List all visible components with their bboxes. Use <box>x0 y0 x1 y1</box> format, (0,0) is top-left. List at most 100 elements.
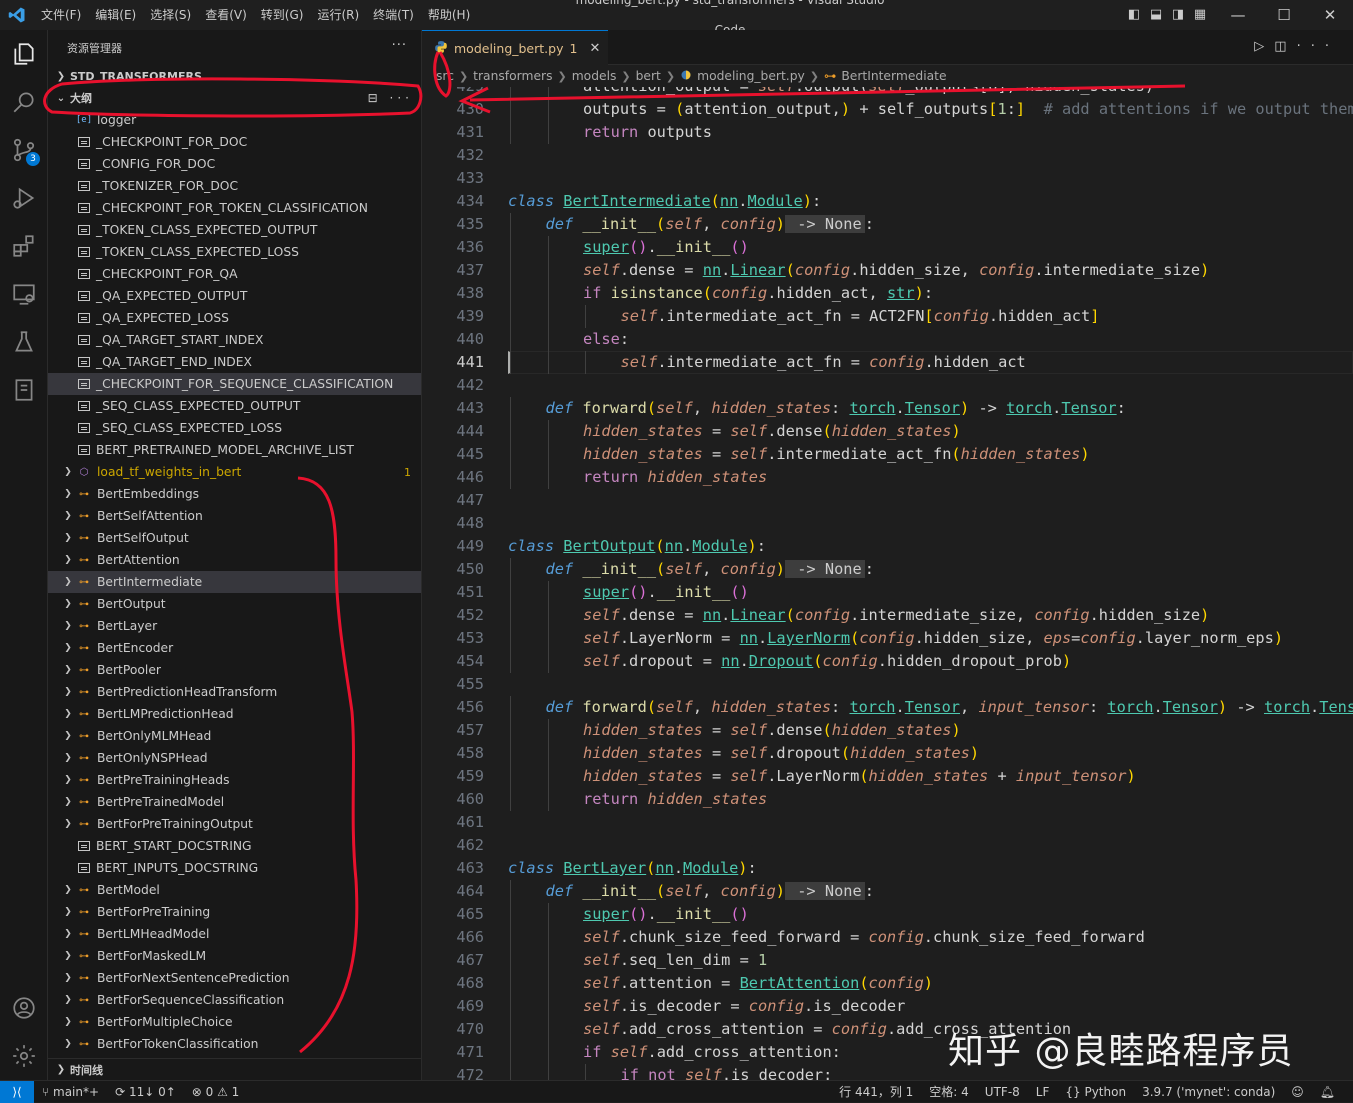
code-line[interactable]: self.attention = BertAttention(config) <box>583 972 933 995</box>
menu-item[interactable]: 运行(R) <box>310 0 366 30</box>
outline-item[interactable]: _TOKENIZER_FOR_DOC <box>48 175 421 197</box>
section-project[interactable]: ❯ STD_TRANSFORMERS <box>48 65 421 87</box>
code-line[interactable]: if not self.is_decoder: <box>621 1064 833 1080</box>
code-line[interactable]: attention_output = self.output(self_outp… <box>583 87 1154 98</box>
outline-item[interactable]: ❯⊶BertSelfAttention <box>48 505 421 527</box>
breadcrumb-item[interactable]: modeling_bert.py <box>697 69 805 83</box>
outline-item[interactable]: ❯⊶BertPreTrainingHeads <box>48 769 421 791</box>
extensions-icon[interactable] <box>0 222 48 270</box>
split-editor-icon[interactable]: ◫ <box>1274 39 1296 54</box>
menu-item[interactable]: 转到(G) <box>254 0 311 30</box>
code-line[interactable]: self.intermediate_act_fn = ACT2FN[config… <box>621 305 1100 328</box>
run-debug-icon[interactable] <box>0 174 48 222</box>
outline-item[interactable]: _TOKEN_CLASS_EXPECTED_OUTPUT <box>48 219 421 241</box>
breadcrumb-item[interactable]: models <box>572 69 617 83</box>
customize-layout-icon[interactable]: ▦ <box>1192 7 1208 23</box>
outline-item[interactable]: ❯⊶BertPooler <box>48 659 421 681</box>
code-line[interactable]: self.dropout = nn.Dropout(config.hidden_… <box>583 650 1071 673</box>
outline-item[interactable]: ❯⊶BertPreTrainedModel <box>48 791 421 813</box>
outline-item[interactable]: ❯⊶BertForSequenceClassification <box>48 989 421 1011</box>
code-line[interactable]: if isinstance(config.hidden_act, str): <box>583 282 933 305</box>
code-view[interactable]: 429attention_output = self.output(self_o… <box>422 87 1353 1080</box>
problems-indicator[interactable]: ⊗ 0 ⚠ 1 <box>184 1085 248 1099</box>
code-line[interactable]: def __init__(self, config) -> None: <box>546 880 874 903</box>
notifications-bell-icon[interactable]: 🔔︎ <box>1312 1085 1343 1099</box>
code-line[interactable]: self.dense = nn.Linear(config.hidden_siz… <box>583 259 1209 282</box>
menu-item[interactable]: 编辑(E) <box>88 0 143 30</box>
outline-item[interactable]: [e]logger <box>48 109 421 131</box>
remote-explorer-icon[interactable] <box>0 270 48 318</box>
outline-item[interactable]: ❯⊶BertLMPredictionHead <box>48 703 421 725</box>
outline-item[interactable]: BERT_PRETRAINED_MODEL_ARCHIVE_LIST <box>48 439 421 461</box>
section-outline[interactable]: ⌄ 大纲 ⊟ ··· <box>48 87 421 109</box>
outline-item[interactable]: ❯⊶BertOnlyMLMHead <box>48 725 421 747</box>
outline-item[interactable]: ❯⊶BertIntermediate <box>48 571 421 593</box>
breadcrumb-item[interactable]: transformers <box>473 69 552 83</box>
code-line[interactable]: self.seq_len_dim = 1 <box>583 949 767 972</box>
outline-item[interactable]: BERT_START_DOCSTRING <box>48 835 421 857</box>
language-mode[interactable]: {} Python <box>1057 1085 1134 1099</box>
run-python-file-icon[interactable]: ▷ <box>1254 39 1274 54</box>
outline-item[interactable]: _TOKEN_CLASS_EXPECTED_LOSS <box>48 241 421 263</box>
remote-indicator-icon[interactable]: ⟩⟨ <box>0 1081 34 1103</box>
outline-item[interactable]: ❯⊶BertOutput <box>48 593 421 615</box>
code-line[interactable]: def forward(self, hidden_states: torch.T… <box>546 696 1353 719</box>
outline-item[interactable]: ❯⊶BertForPreTrainingOutput <box>48 813 421 835</box>
outline-item[interactable]: _SEQ_CLASS_EXPECTED_LOSS <box>48 417 421 439</box>
code-line[interactable]: super().__init__() <box>583 581 749 604</box>
code-line[interactable]: super().__init__() <box>583 903 749 926</box>
accounts-icon[interactable] <box>0 984 48 1032</box>
search-icon[interactable] <box>0 78 48 126</box>
cursor-position[interactable]: 行 441，列 1 <box>831 1083 921 1100</box>
code-line[interactable]: self.is_decoder = config.is_decoder <box>583 995 905 1018</box>
settings-gear-icon[interactable] <box>0 1032 48 1080</box>
outline-item[interactable]: ❯⊶BertSelfOutput <box>48 527 421 549</box>
code-line[interactable]: hidden_states = self.dense(hidden_states… <box>583 420 961 443</box>
notebook-icon[interactable] <box>0 366 48 414</box>
menu-item[interactable]: 查看(V) <box>198 0 254 30</box>
outline-more-icon[interactable]: ··· <box>390 91 413 105</box>
outline-item[interactable]: _QA_EXPECTED_OUTPUT <box>48 285 421 307</box>
code-line[interactable]: hidden_states = self.dense(hidden_states… <box>583 719 961 742</box>
collapse-all-icon[interactable]: ⊟ <box>368 91 382 105</box>
source-control-icon[interactable]: 3 <box>0 126 48 174</box>
outline-item[interactable]: BERT_INPUTS_DOCSTRING <box>48 857 421 879</box>
code-line[interactable]: super().__init__() <box>583 236 749 259</box>
outline-item[interactable]: _CONFIG_FOR_DOC <box>48 153 421 175</box>
breadcrumb-item[interactable]: src <box>436 69 454 83</box>
outline-item[interactable]: ❯⊶BertEmbeddings <box>48 483 421 505</box>
menu-item[interactable]: 帮助(H) <box>421 0 477 30</box>
code-line[interactable]: return outputs <box>583 121 712 144</box>
section-timeline[interactable]: ❯ 时间线 <box>48 1058 422 1080</box>
outline-item[interactable]: ❯⊶BertPredictionHeadTransform <box>48 681 421 703</box>
encoding[interactable]: UTF-8 <box>977 1085 1028 1099</box>
code-line[interactable]: hidden_states = self.LayerNorm(hidden_st… <box>583 765 1136 788</box>
code-line[interactable]: outputs = (attention_output,) + self_out… <box>583 98 1353 121</box>
code-line[interactable]: if self.add_cross_attention: <box>583 1041 841 1064</box>
outline-item[interactable]: ❯⊶BertForMaskedLM <box>48 945 421 967</box>
line-ending[interactable]: LF <box>1028 1085 1058 1099</box>
outline-item[interactable]: ❯⊶BertForTokenClassification <box>48 1033 421 1055</box>
outline-item[interactable]: _CHECKPOINT_FOR_TOKEN_CLASSIFICATION <box>48 197 421 219</box>
outline-item[interactable]: _QA_TARGET_END_INDEX <box>48 351 421 373</box>
code-line[interactable]: def __init__(self, config) -> None: <box>546 213 874 236</box>
code-line[interactable]: hidden_states = self.dropout(hidden_stat… <box>583 742 979 765</box>
git-branch[interactable]: ⑂ main*+ <box>34 1085 107 1099</box>
outline-item[interactable]: ❯⊶BertForMultipleChoice <box>48 1011 421 1033</box>
git-sync[interactable]: ⟳ 11↓ 0↑ <box>107 1085 184 1099</box>
code-line[interactable]: class BertIntermediate(nn.Module): <box>508 190 821 213</box>
outline-item[interactable]: _QA_TARGET_START_INDEX <box>48 329 421 351</box>
toggle-primary-sidebar-icon[interactable]: ◧ <box>1126 7 1142 23</box>
menu-item[interactable]: 终端(T) <box>366 0 421 30</box>
tab-modeling-bert[interactable]: modeling_bert.py 1 ✕ <box>422 30 608 65</box>
toggle-panel-icon[interactable]: ⬓ <box>1148 7 1164 23</box>
outline-item[interactable]: _SEQ_CLASS_EXPECTED_OUTPUT <box>48 395 421 417</box>
outline-item[interactable]: _CHECKPOINT_FOR_SEQUENCE_CLASSIFICATION <box>48 373 421 395</box>
code-line[interactable]: class BertLayer(nn.Module): <box>508 857 757 880</box>
outline-item[interactable]: _QA_EXPECTED_LOSS <box>48 307 421 329</box>
outline-item[interactable]: ❯⊶BertAttention <box>48 549 421 571</box>
code-line[interactable]: return hidden_states <box>583 466 767 489</box>
breadcrumb-item[interactable]: bert <box>636 69 661 83</box>
code-line[interactable]: hidden_states = self.intermediate_act_fn… <box>583 443 1090 466</box>
feedback-icon[interactable]: ☺ <box>1283 1085 1312 1099</box>
